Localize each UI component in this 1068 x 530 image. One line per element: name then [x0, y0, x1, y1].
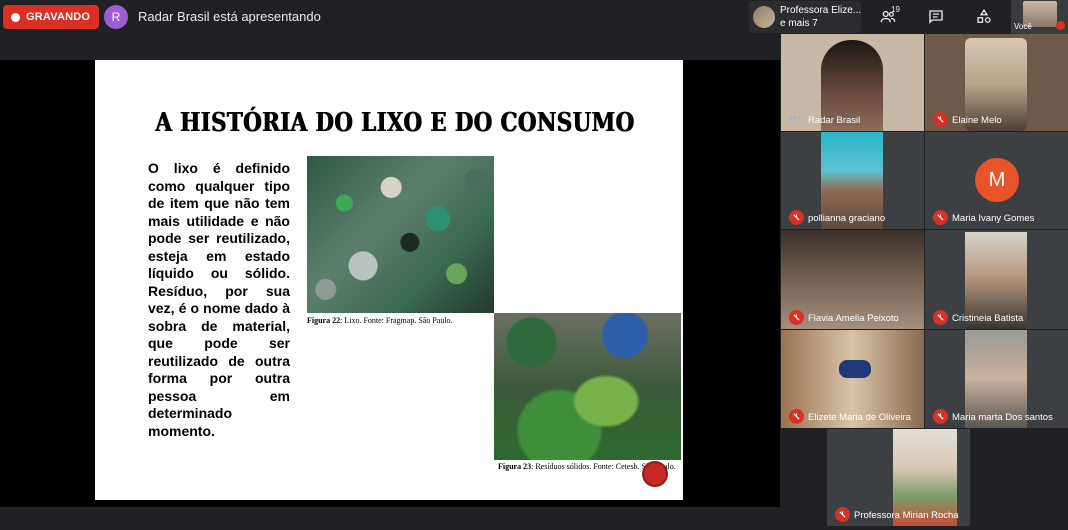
participant-tile[interactable]: Maria marta Dos santos	[925, 330, 1068, 428]
speaking-dots-icon: •••	[789, 113, 803, 124]
mic-off-icon	[789, 210, 804, 225]
face-mask	[839, 360, 871, 378]
participant-name: Flavia Amelia Peixoto	[808, 313, 899, 324]
self-label: Você	[1014, 22, 1032, 31]
trash-photo	[307, 156, 494, 313]
mic-off-icon	[835, 507, 850, 522]
presentation-slide: A HISTÓRIA DO LIXO E DO CONSUMO O lixo é…	[95, 60, 683, 500]
participant-name: Cristineia Batista	[952, 313, 1024, 324]
participant-name: pollianna graciano	[808, 213, 886, 224]
activities-button[interactable]	[960, 1, 1008, 33]
participant-tile[interactable]: Professora Mirian Rocha	[827, 429, 970, 526]
mic-off-icon	[933, 310, 948, 325]
mic-off-icon	[933, 409, 948, 424]
people-button[interactable]: 19	[864, 1, 912, 33]
participant-tile[interactable]: Cristineia Batista	[925, 230, 1068, 329]
avatar: M	[975, 158, 1019, 202]
mic-off-icon	[1056, 21, 1065, 30]
top-bar: GRAVANDO R Radar Brasil está apresentand…	[0, 0, 1068, 34]
slide-title: A HISTÓRIA DO LIXO E DO CONSUMO	[155, 108, 635, 138]
chat-button[interactable]	[912, 1, 960, 33]
presenting-status: Radar Brasil está apresentando	[138, 9, 321, 24]
caption-label: Figura 23	[498, 462, 532, 471]
participant-tile[interactable]: M Maria Ivany Gomes	[925, 132, 1068, 229]
caption-label: Figura 22	[307, 316, 341, 325]
recording-badge[interactable]: GRAVANDO	[3, 5, 100, 29]
recording-label: GRAVANDO	[26, 11, 91, 23]
pinned-participants[interactable]: Professora Elize... e mais 7	[749, 1, 861, 33]
presenter-avatar: R	[104, 5, 128, 29]
self-view[interactable]: Você	[1011, 0, 1068, 34]
mic-off-icon	[933, 210, 948, 225]
mic-off-icon	[789, 310, 804, 325]
mic-off-icon	[789, 409, 804, 424]
participant-tile[interactable]: Flavia Amelia Peixoto	[781, 230, 924, 329]
avatar	[753, 6, 775, 28]
people-count: 19	[891, 5, 900, 14]
figure-22-caption: Figura 22: Lixo. Fonte: Fragmap. São Pau…	[307, 316, 453, 325]
participant-tile[interactable]: ••• Radar Brasil	[781, 34, 924, 131]
mic-off-icon	[933, 112, 948, 127]
caption-text: : Lixo. Fonte: Fragmap. São Paulo.	[340, 316, 453, 325]
participant-name: Elaine Melo	[952, 115, 1002, 126]
participant-name: Elizete Maria de Oliveira	[808, 412, 911, 423]
pinned-name: Professora Elize...	[780, 5, 862, 16]
participant-tile[interactable]: Elaine Melo	[925, 34, 1068, 131]
slide-body: O lixo é definido como qualquer tipo de …	[148, 160, 290, 439]
pinned-more: e mais 7	[780, 18, 818, 29]
activities-icon	[977, 9, 991, 23]
participant-name: Professora Mirian Rocha	[854, 510, 959, 521]
participant-name: Maria marta Dos santos	[952, 412, 1053, 423]
chat-icon	[929, 10, 943, 24]
record-dot-icon	[11, 12, 20, 22]
participant-tile[interactable]: Elizete Maria de Oliveira	[781, 330, 924, 428]
participant-name: Radar Brasil	[808, 115, 861, 126]
participant-tile[interactable]: pollianna graciano	[781, 132, 924, 229]
participant-name: Maria Ivany Gomes	[952, 213, 1035, 224]
record-indicator-icon	[644, 463, 666, 485]
waste-bins-photo	[494, 313, 681, 460]
